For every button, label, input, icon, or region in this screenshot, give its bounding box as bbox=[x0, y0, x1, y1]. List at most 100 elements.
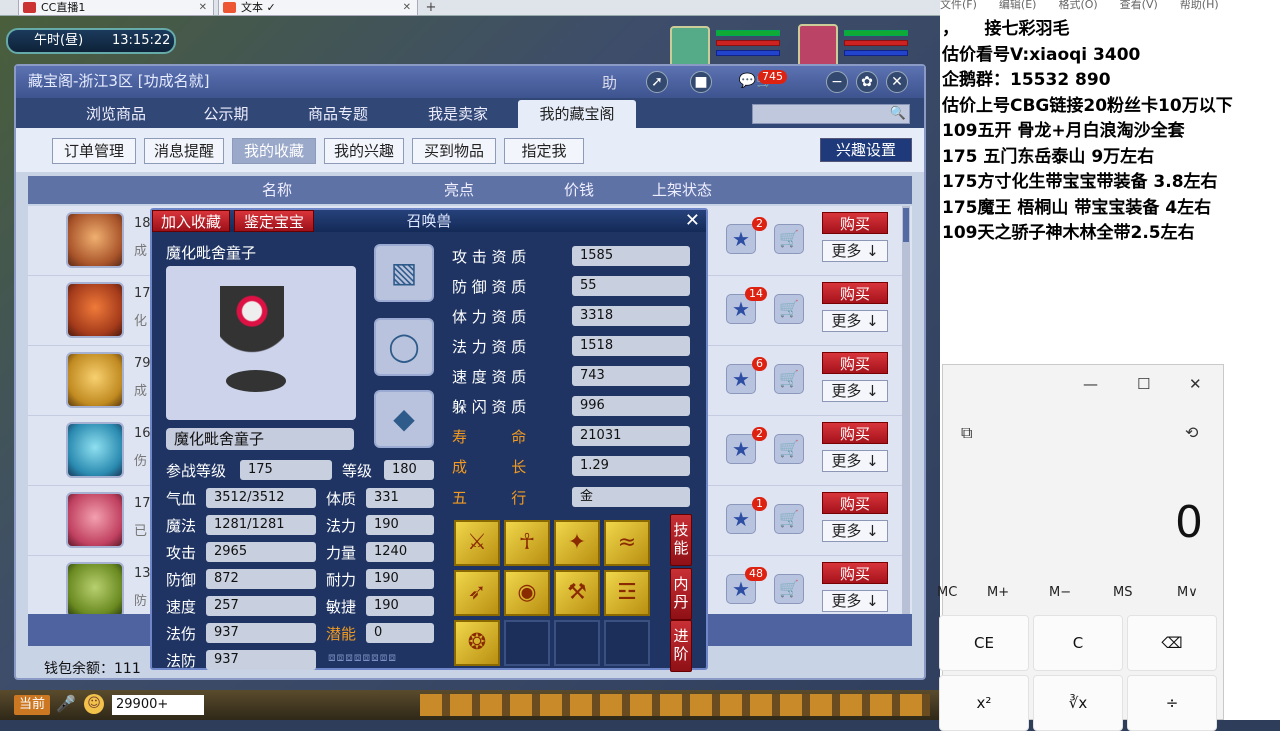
tab-my-pavilion[interactable]: 我的藏宝阁 bbox=[518, 100, 636, 128]
search-input[interactable]: 🔍 bbox=[752, 104, 910, 124]
tab-cc-live[interactable]: CC直播1 ✕ bbox=[18, 0, 214, 16]
cart-icon[interactable]: 🛒 bbox=[774, 504, 804, 534]
amulet-icon[interactable]: ◆ bbox=[374, 390, 434, 448]
pet-thumbnail[interactable] bbox=[66, 282, 124, 338]
clear-button[interactable]: C bbox=[1033, 615, 1123, 671]
claw-skill-icon[interactable]: ✦ bbox=[554, 520, 600, 566]
root-button[interactable]: ∛x bbox=[1033, 675, 1123, 731]
maximize-icon[interactable]: ☐ bbox=[1137, 375, 1150, 393]
buy-button[interactable]: 购买 bbox=[822, 212, 888, 234]
cart-icon[interactable]: 🛒 bbox=[774, 224, 804, 254]
settings-icon[interactable]: ✿ bbox=[856, 71, 878, 93]
avatar[interactable] bbox=[798, 24, 838, 68]
m-plus-button[interactable]: M+ bbox=[987, 585, 1009, 600]
close-icon[interactable]: ✕ bbox=[685, 210, 700, 232]
backspace-button[interactable]: ⌫ bbox=[1127, 615, 1217, 671]
ms-button[interactable]: MS bbox=[1113, 585, 1132, 600]
buy-button[interactable]: 购买 bbox=[822, 492, 888, 514]
memory-list-button[interactable]: M∨ bbox=[1177, 585, 1198, 600]
favorite-button[interactable]: ★ 14 bbox=[726, 287, 767, 324]
minimize-icon[interactable]: − bbox=[826, 71, 848, 93]
share-icon[interactable]: ➚ bbox=[646, 71, 668, 93]
mc-button[interactable]: MC bbox=[937, 585, 957, 600]
m-minus-button[interactable]: M− bbox=[1049, 585, 1071, 600]
buy-button[interactable]: 购买 bbox=[822, 352, 888, 374]
tab-orders[interactable]: 订单管理 bbox=[52, 138, 136, 164]
close-icon[interactable]: ✕ bbox=[199, 0, 207, 15]
advance-tab[interactable]: 进阶 bbox=[670, 620, 692, 672]
scrollbar-thumb[interactable] bbox=[903, 208, 909, 242]
tab-interests[interactable]: 我的兴趣 bbox=[324, 138, 404, 164]
favorite-button[interactable]: ★ 2 bbox=[726, 217, 767, 254]
keep-on-top-icon[interactable]: ⧉ bbox=[961, 423, 972, 443]
tab-public[interactable]: 公示期 bbox=[176, 100, 276, 128]
tab-messages[interactable]: 消息提醒 bbox=[144, 138, 224, 164]
history-icon[interactable]: ⟲ bbox=[1185, 423, 1198, 442]
pet-thumbnail[interactable] bbox=[66, 562, 124, 618]
buy-button[interactable]: 购买 bbox=[822, 422, 888, 444]
favorite-button[interactable]: ★ 1 bbox=[726, 497, 767, 534]
notepad-text[interactable]: ， 接七彩羽毛 估价看号V:xiaoqi 3400 企鹅群：15532 890 … bbox=[942, 14, 1278, 244]
bow-skill-icon[interactable]: ➶ bbox=[454, 570, 500, 616]
owl-skill-icon[interactable]: ❂ bbox=[454, 620, 500, 666]
add-favorite-button[interactable]: 加入收藏 bbox=[152, 210, 230, 232]
pet-thumbnail[interactable] bbox=[66, 422, 124, 478]
pet-thumbnail[interactable] bbox=[66, 352, 124, 408]
stat-value: 257 bbox=[206, 596, 316, 616]
cart-icon[interactable]: 🛒 bbox=[774, 364, 804, 394]
buy-button[interactable]: 购买 bbox=[822, 282, 888, 304]
microphone-icon[interactable]: 🎤 bbox=[56, 694, 76, 716]
appraise-button[interactable]: 鉴定宝宝 bbox=[234, 210, 314, 232]
favorite-button[interactable]: ★ 2 bbox=[726, 427, 767, 464]
sword-skill-icon[interactable]: ⚔ bbox=[454, 520, 500, 566]
search-icon[interactable]: 🔍 bbox=[890, 106, 906, 121]
more-button[interactable]: 更多 ↓ bbox=[822, 450, 888, 472]
armor-icon[interactable]: ▧ bbox=[374, 244, 434, 302]
more-button[interactable]: 更多 ↓ bbox=[822, 310, 888, 332]
notepad-menu[interactable]: 文件(F) 编辑(E) 格式(O) 查看(V) 帮助(H) bbox=[940, 0, 1280, 12]
tab-text[interactable]: 文本 ✓ ✕ bbox=[218, 0, 418, 16]
more-button[interactable]: 更多 ↓ bbox=[822, 520, 888, 542]
cart-icon[interactable]: 🛒 bbox=[774, 434, 804, 464]
quick-item-bar[interactable] bbox=[420, 694, 930, 716]
tab-assigned[interactable]: 指定我 bbox=[504, 138, 584, 164]
tab-favorites[interactable]: 我的收藏 bbox=[232, 138, 316, 164]
chat-channel-button[interactable]: 当前 bbox=[14, 695, 50, 715]
close-icon[interactable]: ✕ bbox=[1189, 375, 1202, 393]
eye-skill-icon[interactable]: ◉ bbox=[504, 570, 550, 616]
blade-skill-icon[interactable]: ≈ bbox=[604, 520, 650, 566]
spear-skill-icon[interactable]: ⚒ bbox=[554, 570, 600, 616]
tab-topics[interactable]: 商品专题 bbox=[278, 100, 398, 128]
pet-thumbnail[interactable] bbox=[66, 212, 124, 268]
ce-button[interactable]: CE bbox=[939, 615, 1029, 671]
ring-icon[interactable]: ◯ bbox=[374, 318, 434, 376]
divide-button[interactable]: ÷ bbox=[1127, 675, 1217, 731]
tab-bought[interactable]: 买到物品 bbox=[412, 138, 496, 164]
buy-button[interactable]: 购买 bbox=[822, 562, 888, 584]
pet-thumbnail[interactable] bbox=[66, 492, 124, 548]
cart-icon[interactable]: 🛒 bbox=[774, 294, 804, 324]
emoji-icon[interactable]: ☺ bbox=[84, 694, 104, 714]
interest-settings-button[interactable]: 兴趣设置 bbox=[820, 138, 912, 162]
list-scrollbar[interactable] bbox=[902, 206, 910, 614]
inner-core-tab[interactable]: 内丹 bbox=[670, 568, 692, 620]
close-icon[interactable]: ✕ bbox=[403, 0, 411, 15]
cart-icon[interactable]: 🛒 bbox=[774, 574, 804, 604]
tab-seller[interactable]: 我是卖家 bbox=[400, 100, 516, 128]
square-button[interactable]: x² bbox=[939, 675, 1029, 731]
more-button[interactable]: 更多 ↓ bbox=[822, 240, 888, 262]
favorite-button[interactable]: ★ 6 bbox=[726, 357, 767, 394]
more-button[interactable]: 更多 ↓ bbox=[822, 590, 888, 612]
favorite-button[interactable]: ★ 48 bbox=[726, 567, 767, 604]
stop-icon[interactable]: ■ bbox=[690, 71, 712, 93]
close-icon[interactable]: ✕ bbox=[886, 71, 908, 93]
help-button[interactable]: 助 bbox=[602, 72, 617, 93]
chat-input[interactable]: 29900+ bbox=[112, 695, 204, 715]
figure-skill-icon[interactable]: ☥ bbox=[504, 520, 550, 566]
skills-tab[interactable]: 技能 bbox=[670, 514, 692, 566]
tab-browse[interactable]: 浏览商品 bbox=[56, 100, 176, 128]
new-tab-button[interactable]: + bbox=[422, 0, 440, 15]
wave-skill-icon[interactable]: ☲ bbox=[604, 570, 650, 616]
more-button[interactable]: 更多 ↓ bbox=[822, 380, 888, 402]
minimize-icon[interactable]: — bbox=[1083, 375, 1098, 393]
